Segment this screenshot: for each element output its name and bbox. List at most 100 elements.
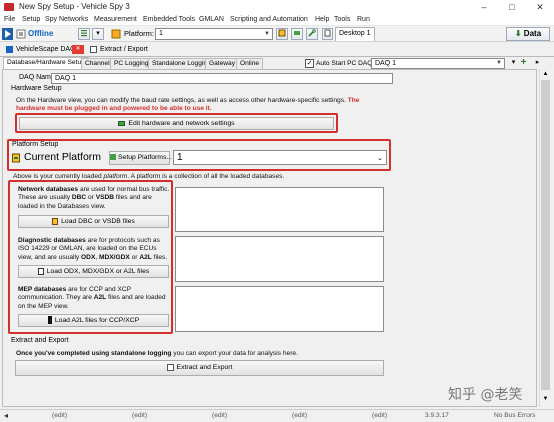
close-button[interactable]: ✕ [526,0,554,14]
close-icon[interactable]: ✕ [72,45,84,54]
diagnostic-db-title: Diagnostic databases [18,237,86,244]
load-a2l-button[interactable]: Load A2L files for CCP/XCP [18,314,169,327]
menu-spy-networks[interactable]: Spy Networks [45,16,88,23]
database-icon[interactable] [276,28,288,40]
load-dbc-button[interactable]: Load DBC or VSDB files [18,215,169,228]
status-field-1[interactable]: (edit) [52,412,67,419]
menu-embedded-tools[interactable]: Embedded Tools [143,16,195,23]
menu-tools[interactable]: Tools [334,16,350,23]
mep-database-list[interactable] [175,286,384,332]
edit-hardware-button[interactable]: Edit hardware and network settings [19,117,334,130]
vertical-scrollbar[interactable]: ▲ ▼ [539,69,550,407]
database-icon [52,217,59,225]
network-database-list[interactable] [175,187,384,232]
status-field-3[interactable]: (edit) [212,412,227,419]
view-list-icon[interactable] [78,28,90,40]
hardware-text: On the Hardware view, you can modify the… [16,97,346,104]
platform-label: Platform: [124,29,155,38]
edit-hardware-button-label: Edit hardware and network settings [128,120,235,127]
scroll-up-icon[interactable]: ▲ [541,70,550,79]
platform-note-em: platform [103,173,128,180]
tab-gateway[interactable]: Gateway [205,58,240,69]
chevron-down-icon: ▼ [264,31,270,37]
overflow-menu-icon[interactable]: ▸ [533,58,542,68]
platform-dropdown-value: 1 [177,152,183,163]
status-field-5[interactable]: (edit) [372,412,387,419]
chevron-down-icon[interactable]: ▾ [92,28,104,40]
menu-measurement[interactable]: Measurement [94,16,137,23]
daq-select-value: DAQ 1 [375,60,397,67]
platform-select[interactable]: 1 ▼ [155,28,273,40]
vehiclescape-icon [6,45,13,53]
status-bar: ◂ (edit) (edit) (edit) (edit) (edit) 3.9… [0,409,554,422]
desktop-tab-label: Desktop 1 [339,30,371,37]
load-odx-button[interactable]: Load ODX, MDX/GDX or A2L files [18,265,169,278]
maximize-button[interactable]: □ [498,0,526,14]
setup-panel: DAQ Name DAQ 1 Hardware Setup On the Har… [2,69,537,407]
tab-vehiclescape-label: VehicleScape DAQ [16,46,76,53]
menu-run[interactable]: Run [357,16,370,23]
minimize-button[interactable]: – [470,0,498,14]
network-db-description: Network databases are used for normal bu… [18,186,170,211]
diagnostic-db-text-4: files. [151,253,168,261]
menu-scripting[interactable]: Scripting and Automation [230,16,308,23]
menu-help[interactable]: Help [315,16,329,23]
tab-online[interactable]: Online [236,58,264,69]
hardware-icon [118,120,126,126]
data-button-label: Data [523,29,542,38]
run-icon[interactable] [2,28,13,40]
export-icon [166,363,174,371]
extract-text: you can export your data for analysis he… [171,350,298,357]
daq-name-label: DAQ Name [19,74,55,81]
bus-status: No Bus Errors [494,412,536,419]
extract-description: Once you've completed using standalone l… [16,350,298,358]
tab-database-hardware-setup[interactable]: Database/Hardware Setup [3,57,89,69]
databases-highlight: Network databases are used for normal bu… [8,180,173,334]
platform-dropdown[interactable]: 1 ⌄ [173,150,387,165]
version-label: 3.9.3.17 [425,412,449,419]
menu-gmlan[interactable]: GMLAN [199,16,224,23]
platform-select-value: 1 [159,30,163,37]
panel-icon[interactable] [322,28,333,40]
extract-export-heading: Extract and Export [11,337,69,344]
setup-platforms-label: Setup Platforms... [118,154,173,161]
load-odx-label: Load ODX, MDX/GDX or A2L files [46,268,150,275]
load-a2l-label: Load A2L files for CCP/XCP [54,317,140,324]
status-arrow-icon: ◂ [4,411,9,420]
menu-setup[interactable]: Setup [22,16,40,23]
hardware-icon[interactable] [291,28,303,40]
device-icon [47,316,52,325]
tab-extract-export-label: Extract / Export [100,46,148,53]
tab-desktop-1[interactable]: Desktop 1 [335,27,375,41]
platform-note-pre: Above is your currently loaded [13,173,104,180]
platform-highlight: Platform Setup Current Platform Setup Pl… [7,139,391,171]
daq-name-input[interactable]: DAQ 1 [51,73,393,84]
scroll-down-icon[interactable]: ▼ [541,395,550,404]
data-button[interactable]: ⬇ Data [506,27,550,41]
tab-pc-logging[interactable]: PC Logging [110,58,153,69]
diagnostic-db-bold-2: MDX/GDX [99,253,130,261]
daq-select[interactable]: DAQ 1 ▼ [371,58,505,69]
status-field-2[interactable]: (edit) [132,412,147,419]
diagnostic-db-bold-1: ODX [81,253,96,261]
extract-export-button[interactable]: Extract and Export [15,360,384,376]
scrollbar-thumb[interactable] [541,80,550,390]
title-bar: New Spy Setup - Vehicle Spy 3 – □ ✕ [0,0,554,14]
wrench-icon[interactable] [306,28,318,40]
tab-vehiclescape-daq[interactable]: VehicleScape DAQ ✕ [4,44,84,56]
platform-icon [111,29,121,39]
extract-text-bold: Once you've completed using standalone l… [16,350,172,357]
diagnostic-db-bold-3: A2L [139,253,152,261]
add-icon[interactable]: + [519,58,528,68]
diagnostic-database-list[interactable] [175,236,384,282]
status-field-4[interactable]: (edit) [292,412,307,419]
window-title: New Spy Setup - Vehicle Spy 3 [19,2,130,11]
chevron-down-icon: ▼ [496,60,502,66]
file-icon [37,267,44,275]
menu-file[interactable]: File [4,16,15,23]
auto-start-checkbox[interactable]: ✓ [305,59,314,68]
tab-extract-export[interactable]: Extract / Export [88,44,168,56]
platform-setup-heading: Platform Setup [12,141,59,148]
dropdown-arrow-icon[interactable]: ▾ [509,58,518,68]
setup-platforms-button[interactable]: Setup Platforms... [109,151,173,165]
